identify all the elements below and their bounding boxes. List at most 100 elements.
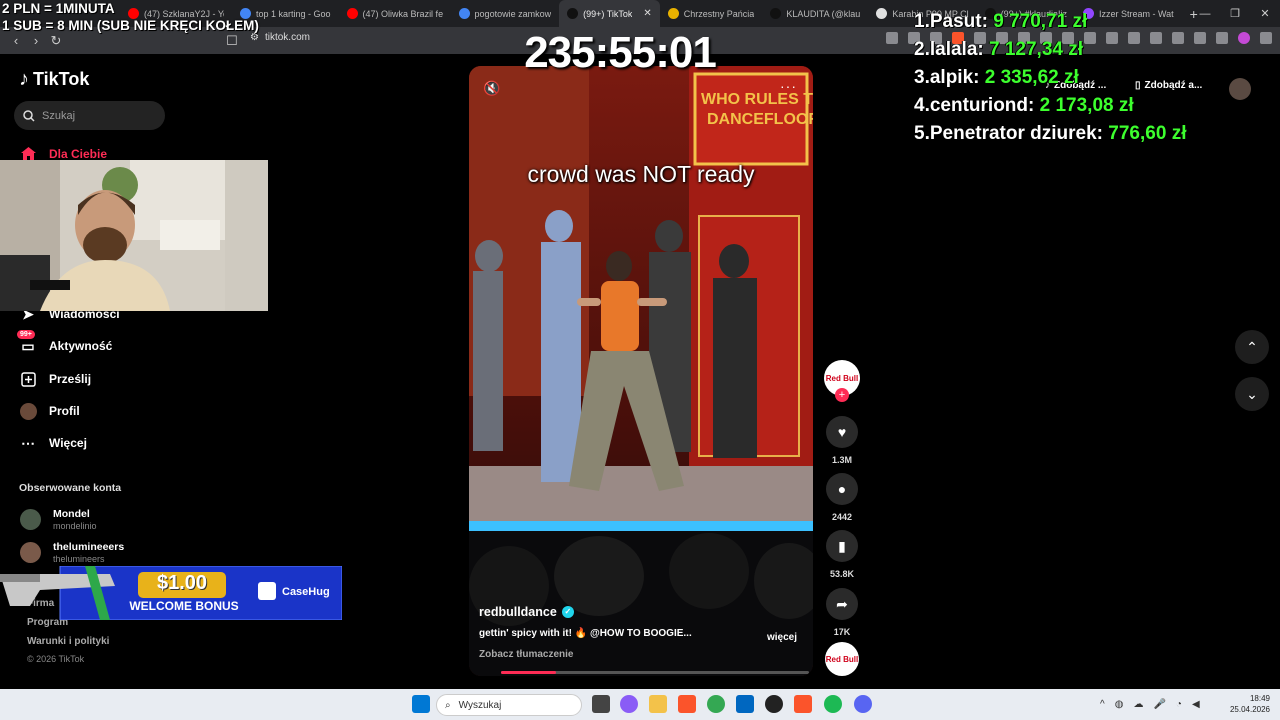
tab-label: top 1 karting - Goo [256, 8, 331, 19]
site-info-icon[interactable]: ⚙ [250, 32, 259, 43]
video-info: redbulldance ✓ gettin' spicy with it! 🔥 … [479, 605, 809, 660]
video-sign-text: DANCEFLOOR [707, 111, 813, 128]
follow-plus-icon[interactable]: + [835, 388, 849, 402]
start-icon[interactable] [412, 695, 430, 713]
sidebar-item-label: Dla Ciebie [49, 147, 108, 161]
comment-button[interactable]: ● 2442 [824, 473, 860, 522]
leaderboard-row: 4.centuriond: 2 173,08 zł [914, 95, 1134, 116]
tab-favicon-icon [567, 8, 579, 19]
mute-icon[interactable]: 🔇 [483, 80, 500, 97]
tiktok-logo[interactable]: ♪ TikTok [19, 68, 89, 91]
search-icon: ⌕ [445, 699, 451, 711]
brave-active-icon[interactable] [794, 695, 812, 713]
close-window-icon[interactable]: ✕ [1250, 7, 1280, 20]
video-username[interactable]: redbulldance ✓ [479, 605, 809, 619]
ad-bonus-text: WELCOME BONUS [129, 599, 239, 613]
sound-avatar[interactable]: Red Bull [824, 642, 860, 676]
notification-badge: 99+ [17, 330, 35, 339]
verified-icon: ✓ [561, 606, 574, 618]
save-button[interactable]: ▮ 53.8K [824, 530, 860, 579]
tab-label: (47) SzklanaY2J - Yo [144, 8, 224, 19]
brave-icon[interactable] [678, 695, 696, 713]
tab-favicon-icon [458, 8, 470, 19]
url-field[interactable]: ⚙ tiktok.com [250, 32, 310, 43]
back-icon[interactable]: ‹ [6, 33, 26, 48]
casehug-ad-banner[interactable]: $1.00 WELCOME BONUS CaseHug [0, 565, 343, 621]
profile-extension-icon[interactable] [1238, 32, 1250, 44]
extension-icon[interactable] [1216, 32, 1228, 44]
discord-icon[interactable] [854, 695, 872, 713]
extension-icon[interactable] [1194, 32, 1206, 44]
video-progress-bar[interactable] [501, 671, 809, 674]
chevron-up-icon[interactable]: ^ [1100, 699, 1105, 710]
followed-account[interactable]: thelumineeers thelumineers [20, 541, 124, 564]
more-button[interactable]: więcej [767, 632, 797, 643]
task-view-icon[interactable] [592, 695, 610, 713]
taskbar-search-placeholder: Wyszukaj [458, 699, 502, 711]
clock-date: 25.04.2026 [1229, 705, 1270, 714]
bookmark-icon[interactable]: ☐ [222, 33, 242, 49]
followed-accounts-header: Obserwowane konta [19, 482, 122, 494]
obs-icon[interactable] [765, 695, 783, 713]
network-icon[interactable]: ◍ [1115, 699, 1124, 710]
windows-taskbar: ⌕ Wyszukaj ^ ◍ ☁ 🎤 ◔ ◀ 18:49 25.04.2026 [0, 689, 1280, 720]
profile-icon [19, 402, 37, 420]
tab-label: (99+) TikTok [583, 8, 633, 19]
tab-label: (47) Oliwka Brazil fe [362, 8, 443, 19]
like-button[interactable]: ♥ 1.3M [824, 416, 860, 465]
browser-tab[interactable]: Chrzestny Pańcia [660, 0, 763, 27]
browser-tab[interactable]: (47) Oliwka Brazil fe [339, 0, 451, 27]
system-tray: ^ ◍ ☁ 🎤 ◔ ◀ [1100, 699, 1200, 710]
spotify-icon[interactable] [824, 695, 842, 713]
minimize-icon[interactable]: — [1190, 8, 1220, 20]
followed-account[interactable]: Mondel mondelinio [20, 508, 97, 531]
mic-icon[interactable]: 🎤 [1153, 699, 1165, 710]
sidebar-item-przeslij[interactable]: Prześlij [19, 370, 91, 388]
share-button[interactable]: ➦ 17K [824, 588, 860, 637]
overlay-rate-line: 2 PLN = 1MINUTA [2, 1, 115, 16]
tab-label: pogotowie zamkow [474, 8, 552, 19]
save-count: 53.8K [829, 569, 855, 579]
sidebar-item-aktywnosc[interactable]: ▭ 99+ Aktywność [17, 330, 112, 355]
username-text: redbulldance [479, 605, 557, 619]
forward-icon[interactable]: › [26, 33, 46, 48]
reload-icon[interactable]: ↻ [46, 33, 66, 49]
previous-video-button[interactable]: ⌃ [1235, 330, 1269, 364]
volume-icon[interactable]: ◀ [1192, 699, 1200, 710]
cloud-icon[interactable]: ☁ [1133, 699, 1143, 710]
upload-icon [19, 370, 37, 388]
menu-icon[interactable] [1260, 32, 1272, 44]
next-video-button[interactable]: ⌄ [1235, 377, 1269, 411]
chrome-icon[interactable] [707, 695, 725, 713]
translate-link[interactable]: Zobacz tłumaczenie [479, 649, 809, 660]
footer-terms-link[interactable]: Warunki i polityki [27, 636, 109, 647]
clock[interactable]: 18:49 25.04.2026 [1230, 693, 1270, 715]
browser-tab[interactable]: KLAUDITA (@klau [762, 0, 868, 27]
like-count: 1.3M [831, 455, 852, 465]
video-options-icon[interactable]: ··· [780, 78, 797, 94]
taskbar-search[interactable]: ⌕ Wyszukaj [436, 694, 582, 716]
stream-timer: 235:55:01 [524, 28, 717, 77]
restore-icon[interactable]: ❐ [1220, 7, 1250, 20]
sidebar-item-wiecej[interactable]: ⋯ Więcej [19, 434, 87, 452]
creator-avatar[interactable]: Red Bull + [824, 360, 860, 402]
more-icon: ⋯ [21, 434, 35, 451]
sidebar-item-profil[interactable]: Profil [19, 402, 80, 420]
tab-favicon-icon [346, 8, 358, 19]
overlay-sub-line: 1 SUB = 8 MIN (SUB NIE KRĘCI KOŁEM) [2, 18, 259, 33]
leaderboard-row: 2.lalala: 7 127,34 zł [914, 39, 1084, 60]
file-explorer-icon[interactable] [649, 695, 667, 713]
store-icon[interactable] [736, 695, 754, 713]
copilot-icon[interactable] [620, 695, 638, 713]
avatar [20, 542, 41, 563]
video-player[interactable]: WHO RULES TH DANCEFLOOR 🔇 ··· crowd was … [469, 66, 813, 676]
browser-tab[interactable]: (99+) TikTok ✕ [559, 0, 660, 27]
wifi-icon[interactable]: ◔ [1176, 699, 1182, 710]
translate-icon[interactable] [886, 32, 898, 44]
search-input[interactable]: Szukaj [14, 101, 165, 130]
donation-leaderboard: 1.Pasut: 9 770,71 zł 2.lalala: 7 127,34 … [914, 8, 1186, 148]
browser-tab[interactable]: pogotowie zamkow [451, 0, 560, 27]
user-avatar[interactable] [1229, 78, 1251, 100]
leaderboard-row: 1.Pasut: 9 770,71 zł [914, 11, 1088, 32]
tab-close-icon[interactable]: ✕ [643, 8, 651, 19]
